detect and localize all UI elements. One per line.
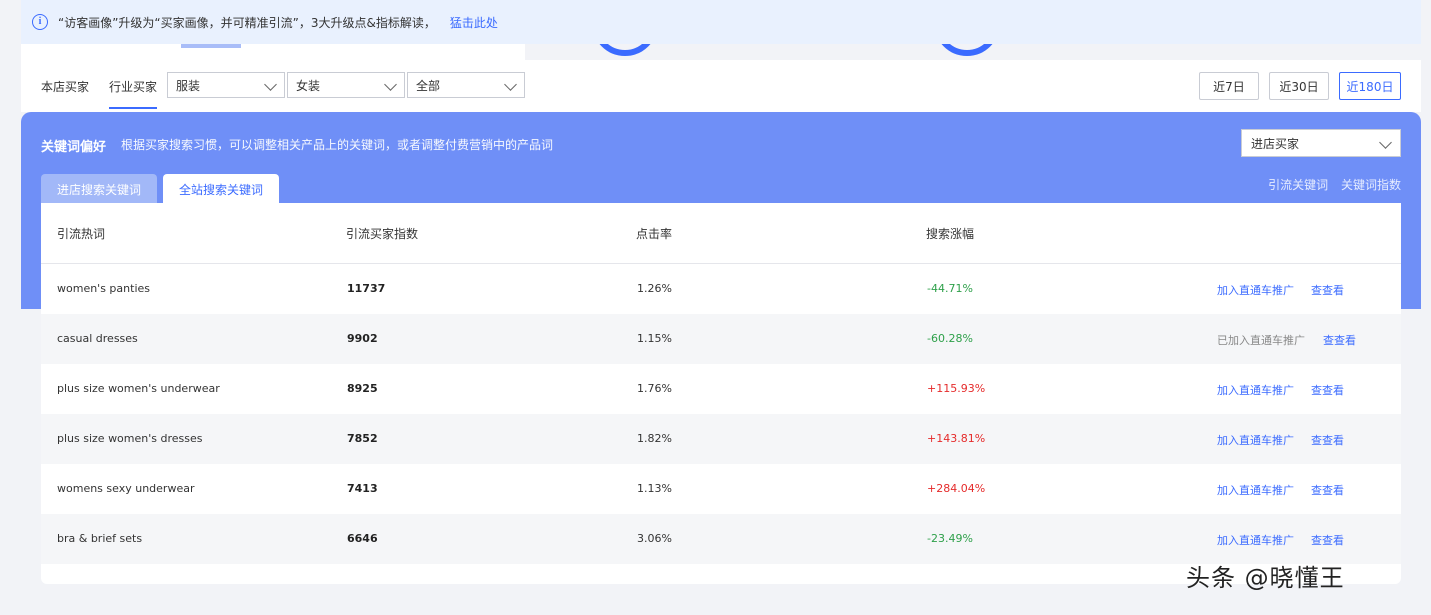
panel-description: 根据买家搜索习惯，可以调整相关产品上的关键词，或者调整付费营销中的产品词 (121, 138, 554, 152)
buyer-index-cell: 7413 (347, 482, 378, 495)
chevron-down-icon (264, 78, 277, 91)
panel-title: 关键词偏好 (41, 140, 107, 155)
tab-industry-buyers[interactable]: 行业买家 (109, 78, 157, 95)
notice-text: “访客画像”升级为“买家画像，并可精准引流”，3大升级点&指标解读， (58, 15, 436, 30)
table-row: bra & brief sets 6646 3.06% -23.49% 加入直通车推广 查… (41, 514, 1401, 564)
tab-site-search-keywords[interactable]: 全站搜索关键词 (163, 174, 280, 204)
table-row: women's panties 11737 1.26% -44.71% 加入直通车推广 查… (41, 264, 1401, 314)
buyer-index-cell: 11737 (347, 282, 386, 295)
ctr-cell: 1.76% (637, 382, 672, 395)
add-to-ztc-button[interactable]: 加入直通车推广 (1217, 432, 1294, 448)
keyword-cell: womens sexy underwear (57, 482, 195, 495)
growth-cell: -44.71% (927, 282, 973, 295)
chevron-down-icon (504, 78, 517, 91)
chevron-down-icon (1379, 136, 1392, 149)
keyword-cell: casual dresses (57, 332, 138, 345)
ctr-cell: 1.13% (637, 482, 672, 495)
growth-cell: +115.93% (927, 382, 986, 395)
added-to-ztc-label: 已加入直通车推广 (1217, 334, 1305, 347)
traffic-keywords-link[interactable]: 引流关键词 (1268, 178, 1328, 192)
table-row: plus size women's underwear 8925 1.76% +115… (41, 364, 1401, 414)
table-header: 引流热词 引流买家指数 点击率 搜索涨幅 (41, 203, 1401, 264)
view-keyword-link[interactable]: 查查看 (1311, 282, 1344, 298)
view-keyword-link[interactable]: 查查看 (1311, 532, 1344, 548)
filter-bar: 本店买家 行业买家 服装 女装 全部 近7日 近30日 近180日 (21, 60, 1421, 112)
buyer-index-cell: 7852 (347, 432, 378, 445)
growth-cell: -60.28% (927, 332, 973, 345)
subcategory-select[interactable]: 女装 (287, 72, 405, 98)
growth-cell: -23.49% (927, 532, 973, 545)
tab-store-buyers[interactable]: 本店买家 (41, 78, 89, 95)
scope-select-value: 全部 (416, 78, 441, 93)
buyer-index-cell: 6646 (347, 532, 378, 545)
range-180d-button[interactable]: 近180日 (1339, 72, 1401, 100)
header-growth: 搜索涨幅 (926, 227, 975, 241)
scope-select[interactable]: 全部 (407, 72, 525, 98)
range-30d-button[interactable]: 近30日 (1269, 72, 1329, 100)
category-select-value: 服装 (176, 78, 201, 93)
growth-cell: +284.04% (927, 482, 986, 495)
header-buyer-index: 引流买家指数 (346, 227, 419, 241)
active-tab-underline (109, 107, 157, 109)
watermark-text: 头条 @晓懂王 (1186, 564, 1345, 592)
table-row: womens sexy underwear 7413 1.13% +284.04% 加入… (41, 464, 1401, 514)
view-keyword-link[interactable]: 查查看 (1311, 432, 1344, 448)
range-7d-button[interactable]: 近7日 (1199, 72, 1259, 100)
panel-links: 引流关键词 关键词指数 (1259, 176, 1401, 193)
ctr-cell: 3.06% (637, 532, 672, 545)
section-tab-indicator (181, 44, 241, 48)
ctr-cell: 1.26% (637, 282, 672, 295)
info-icon: i (32, 14, 48, 30)
buyer-index-cell: 9902 (347, 332, 378, 345)
notice-link[interactable]: 猛击此处 (450, 14, 498, 31)
table-row: plus size women's dresses 7852 1.82% +143.8… (41, 414, 1401, 464)
add-to-ztc-button[interactable]: 加入直通车推广 (1217, 382, 1294, 398)
add-to-ztc-button[interactable]: 加入直通车推广 (1217, 482, 1294, 498)
table-row: casual dresses 9902 1.15% -60.28% 已加入直通车推广 查查… (41, 314, 1401, 364)
subcategory-select-value: 女装 (296, 78, 321, 93)
header-ctr: 点击率 (636, 227, 673, 241)
keyword-cell: plus size women's dresses (57, 432, 203, 445)
buyer-type-select[interactable]: 进店买家 (1241, 129, 1401, 157)
header-keyword: 引流热词 (57, 227, 106, 241)
buyer-index-cell: 8925 (347, 382, 378, 395)
ctr-cell: 1.82% (637, 432, 672, 445)
keyword-index-link[interactable]: 关键词指数 (1341, 178, 1401, 192)
ctr-cell: 1.15% (637, 332, 672, 345)
category-select[interactable]: 服装 (167, 72, 285, 98)
view-keyword-link[interactable]: 查查看 (1311, 482, 1344, 498)
view-keyword-link[interactable]: 查查看 (1311, 382, 1344, 398)
view-keyword-link[interactable]: 查查看 (1323, 332, 1356, 348)
notice-bar: i “访客画像”升级为“买家画像，并可精准引流”，3大升级点&指标解读， 猛击此… (21, 0, 1421, 44)
growth-cell: +143.81% (927, 432, 986, 445)
keyword-table: 引流热词 引流买家指数 点击率 搜索涨幅 women's panties 1173… (41, 203, 1401, 584)
tab-store-search-keywords[interactable]: 进店搜索关键词 (41, 174, 158, 204)
add-to-ztc-button[interactable]: 加入直通车推广 (1217, 532, 1294, 548)
buyer-type-value: 进店买家 (1251, 136, 1300, 151)
keyword-cell: bra & brief sets (57, 532, 143, 545)
keyword-cell: women's panties (57, 282, 150, 295)
add-to-ztc-button[interactable]: 加入直通车推广 (1217, 282, 1294, 298)
keyword-cell: plus size women's underwear (57, 382, 220, 395)
chevron-down-icon (384, 78, 397, 91)
section-strip (21, 44, 525, 60)
